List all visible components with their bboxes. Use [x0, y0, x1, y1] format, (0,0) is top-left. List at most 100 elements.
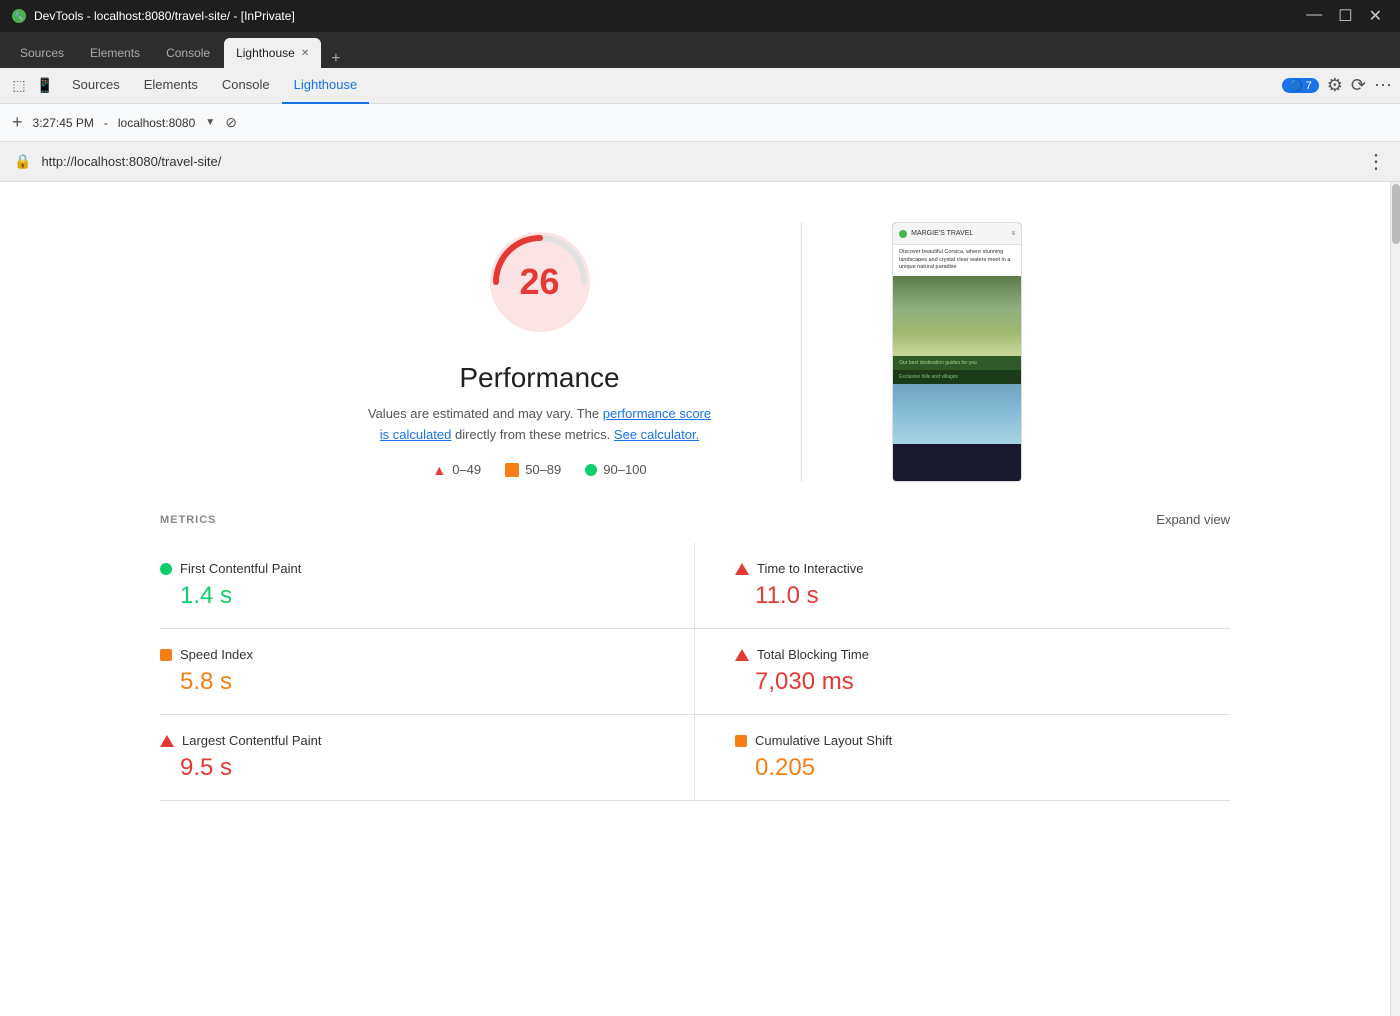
toolbar-icons: ⬚ 📱 — [8, 75, 56, 97]
poor-icon: ▲ — [432, 462, 446, 478]
maximize-button[interactable]: ☐ — [1332, 6, 1358, 26]
metric-cls-name-row: Cumulative Layout Shift — [735, 733, 1210, 748]
metric-tbt-name-row: Total Blocking Time — [735, 647, 1210, 662]
performance-title: Performance — [459, 362, 619, 394]
more-options-icon[interactable]: ⋯ — [1374, 75, 1392, 96]
nav-tab-sources[interactable]: Sources — [60, 68, 132, 104]
title-bar: 🔧 DevTools - localhost:8080/travel-site/… — [0, 0, 1400, 32]
metric-tti: Time to Interactive 11.0 s — [695, 543, 1230, 629]
metric-lcp-name: Largest Contentful Paint — [182, 733, 321, 748]
timestamp: 3:27:45 PM — [33, 116, 94, 130]
tab-lighthouse[interactable]: Lighthouse ✕ — [224, 38, 321, 68]
metric-lcp-name-row: Largest Contentful Paint — [160, 733, 674, 748]
tab-sources[interactable]: Sources — [8, 38, 76, 68]
metric-si-name: Speed Index — [180, 647, 253, 662]
content-area: 26 Performance Values are estimated and … — [0, 182, 1390, 1016]
good-range: 90–100 — [603, 462, 646, 477]
metric-cls: Cumulative Layout Shift 0.205 — [695, 715, 1230, 801]
metric-tbt: Total Blocking Time 7,030 ms — [695, 629, 1230, 715]
new-tab-button[interactable]: + — [323, 50, 348, 68]
mock-hero-content: Discover beautiful Corsica, where stunni… — [899, 249, 1010, 270]
address-bar: 🔒 http://localhost:8080/travel-site/ ⋮ — [0, 142, 1400, 182]
settings-icon[interactable]: ⚙ — [1327, 75, 1343, 96]
tab-console[interactable]: Console — [154, 38, 222, 68]
metric-tbt-icon — [735, 649, 749, 661]
inspect-icon[interactable]: ⬚ — [8, 75, 30, 97]
nav-tab-lighthouse[interactable]: Lighthouse — [282, 68, 370, 104]
metric-lcp-icon — [160, 735, 174, 747]
tab-elements[interactable]: Elements — [78, 38, 152, 68]
mock-logo — [899, 230, 907, 238]
tab-bar: Sources Elements Console Lighthouse ✕ + — [0, 32, 1400, 68]
mock-landscape-image — [893, 276, 1021, 356]
metric-cls-name: Cumulative Layout Shift — [755, 733, 892, 748]
metrics-section: METRICS Expand view First Contentful Pai… — [0, 482, 1390, 821]
mock-nav: ≡ — [1012, 231, 1016, 237]
metric-tbt-name: Total Blocking Time — [757, 647, 869, 662]
legend-needs-improvement: 50–89 — [505, 462, 561, 477]
metric-lcp-value: 9.5 s — [160, 754, 674, 782]
minimize-button[interactable]: — — [1300, 6, 1328, 26]
tab-close-icon[interactable]: ✕ — [301, 48, 309, 59]
close-button[interactable]: ✕ — [1363, 6, 1388, 26]
legend: ▲ 0–49 50–89 90–100 — [432, 462, 646, 478]
dropdown-icon[interactable]: ▼ — [205, 117, 215, 128]
url-bar: + 3:27:45 PM - localhost:8080 ▼ ⊘ — [0, 104, 1400, 142]
score-section: 26 Performance Values are estimated and … — [0, 202, 1390, 482]
performance-description: Values are estimated and may vary. The p… — [368, 404, 711, 446]
expand-view-button[interactable]: Expand view — [1156, 512, 1230, 527]
scrollbar[interactable] — [1390, 182, 1400, 1016]
gauge-score: 26 — [519, 261, 559, 303]
tab-console-label: Console — [166, 46, 210, 60]
mock-hero-text: Discover beautiful Corsica, where stunni… — [893, 245, 1021, 276]
mock-bottom-content: Our best destination guides for you — [899, 360, 977, 366]
metric-tti-name: Time to Interactive — [757, 561, 863, 576]
metric-fcp-value: 1.4 s — [160, 582, 674, 610]
sync-icon[interactable]: ⟳ — [1351, 75, 1366, 96]
screenshot-mockup: MARGIE'S TRAVEL ≡ Discover beautiful Cor… — [893, 223, 1021, 481]
mock-sky-image — [893, 384, 1021, 444]
tab-elements-label: Elements — [90, 46, 140, 60]
mock-footer-content: Exclusive hills and villages — [899, 374, 958, 380]
add-tab-icon[interactable]: + — [12, 112, 23, 133]
metrics-grid: First Contentful Paint 1.4 s Time to Int… — [160, 543, 1230, 801]
calculator-link[interactable]: See calculator. — [614, 427, 699, 442]
metric-si-icon — [160, 649, 172, 661]
address-url[interactable]: http://localhost:8080/travel-site/ — [41, 154, 1356, 169]
metric-tti-icon — [735, 563, 749, 575]
metrics-title: METRICS — [160, 514, 217, 526]
legend-good: 90–100 — [585, 462, 646, 477]
metric-si-name-row: Speed Index — [160, 647, 674, 662]
stop-icon[interactable]: ⊘ — [225, 114, 237, 131]
poor-range: 0–49 — [452, 462, 481, 477]
main-content: 26 Performance Values are estimated and … — [0, 182, 1400, 1016]
device-icon[interactable]: 📱 — [34, 75, 56, 97]
nav-tab-console[interactable]: Console — [210, 68, 282, 104]
divider — [801, 222, 802, 482]
metric-si-value: 5.8 s — [160, 668, 674, 696]
needs-improvement-range: 50–89 — [525, 462, 561, 477]
notification-count: 7 — [1306, 80, 1312, 92]
score-left: 26 Performance Values are estimated and … — [368, 222, 711, 478]
tab-sources-label: Sources — [20, 46, 64, 60]
metric-fcp: First Contentful Paint 1.4 s — [160, 543, 695, 629]
metric-cls-value: 0.205 — [735, 754, 1210, 782]
devtools-icon: 🔧 — [12, 9, 26, 23]
metric-si: Speed Index 5.8 s — [160, 629, 695, 715]
address-menu-icon[interactable]: ⋮ — [1366, 149, 1386, 174]
nav-tab-elements[interactable]: Elements — [132, 68, 210, 104]
mock-site-name: MARGIE'S TRAVEL — [911, 230, 973, 237]
scrollbar-thumb[interactable] — [1392, 184, 1400, 244]
toolbar-right: 🔵 7 ⚙ ⟳ ⋯ — [1282, 75, 1392, 96]
nav-tabs: Sources Elements Console Lighthouse — [60, 68, 1278, 104]
good-icon — [585, 464, 597, 476]
metric-tti-value: 11.0 s — [735, 582, 1210, 610]
mock-footer-text: Exclusive hills and villages — [893, 370, 1021, 384]
perf-desc-text1: Values are estimated and may vary. The — [368, 406, 599, 421]
url-display: - — [104, 116, 108, 130]
notification-badge[interactable]: 🔵 7 — [1282, 78, 1319, 93]
devtools-toolbar: ⬚ 📱 Sources Elements Console Lighthouse … — [0, 68, 1400, 104]
metric-fcp-name: First Contentful Paint — [180, 561, 301, 576]
metric-cls-icon — [735, 735, 747, 747]
window-controls[interactable]: — ☐ ✕ — [1300, 6, 1388, 26]
